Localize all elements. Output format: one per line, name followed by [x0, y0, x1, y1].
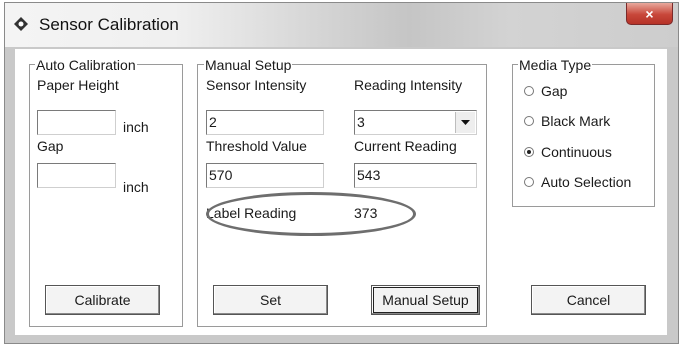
sensor-calibration-window: Sensor Calibration × Auto Calibration Pa…	[4, 2, 679, 344]
title-bar[interactable]: Sensor Calibration ×	[5, 3, 678, 47]
auto-calibration-group-label: Auto Calibration	[35, 57, 137, 73]
set-button[interactable]: Set	[213, 285, 328, 315]
reading-intensity-value: 3	[357, 114, 365, 130]
media-type-option-continuous[interactable]: Continuous	[524, 144, 612, 160]
media-type-option-label: Continuous	[541, 144, 612, 160]
threshold-value-label: Threshold Value	[206, 138, 307, 154]
reading-intensity-label: Reading Intensity	[354, 77, 463, 93]
threshold-value-input[interactable]: 570	[206, 163, 324, 188]
radio-button[interactable]	[524, 177, 534, 187]
manual-setup-button[interactable]: Manual Setup	[371, 285, 480, 315]
media-type-option-black-mark[interactable]: Black Mark	[524, 113, 610, 129]
chevron-down-icon	[461, 119, 470, 125]
close-button[interactable]: ×	[626, 3, 673, 25]
media-type-option-label: Auto Selection	[541, 174, 632, 190]
cancel-button[interactable]: Cancel	[531, 285, 646, 315]
app-icon	[14, 17, 28, 31]
current-reading-field: 543	[354, 163, 477, 188]
media-type-option-auto-selection[interactable]: Auto Selection	[524, 174, 631, 190]
close-icon: ×	[645, 5, 654, 22]
media-type-group-label: Media Type	[518, 57, 593, 73]
sensor-intensity-input[interactable]: 2	[206, 110, 324, 135]
media-type-option-label: Gap	[541, 83, 568, 99]
media-type-option-label: Black Mark	[541, 113, 611, 129]
gap-input[interactable]	[37, 163, 116, 188]
paper-height-unit: inch	[123, 119, 149, 135]
sensor-intensity-label: Sensor Intensity	[206, 77, 307, 93]
reading-intensity-select[interactable]: 3	[354, 110, 477, 135]
gap-label: Gap	[37, 138, 64, 154]
paper-height-label: Paper Height	[37, 77, 119, 93]
current-reading-label: Current Reading	[354, 138, 457, 154]
paper-height-input[interactable]	[37, 110, 116, 135]
window-title: Sensor Calibration	[39, 15, 179, 34]
dialog-client-area: Auto Calibration Paper Height inch Gap i…	[15, 49, 667, 335]
gap-unit: inch	[123, 179, 149, 195]
calibrate-button[interactable]: Calibrate	[45, 285, 160, 315]
reading-intensity-dropdown-button[interactable]	[455, 112, 475, 133]
manual-setup-group-label: Manual Setup	[204, 57, 293, 73]
annotation-ellipse	[206, 192, 416, 236]
radio-button-selected[interactable]	[524, 147, 534, 157]
media-type-option-gap[interactable]: Gap	[524, 83, 567, 99]
radio-button[interactable]	[524, 116, 534, 126]
radio-button[interactable]	[524, 86, 534, 96]
